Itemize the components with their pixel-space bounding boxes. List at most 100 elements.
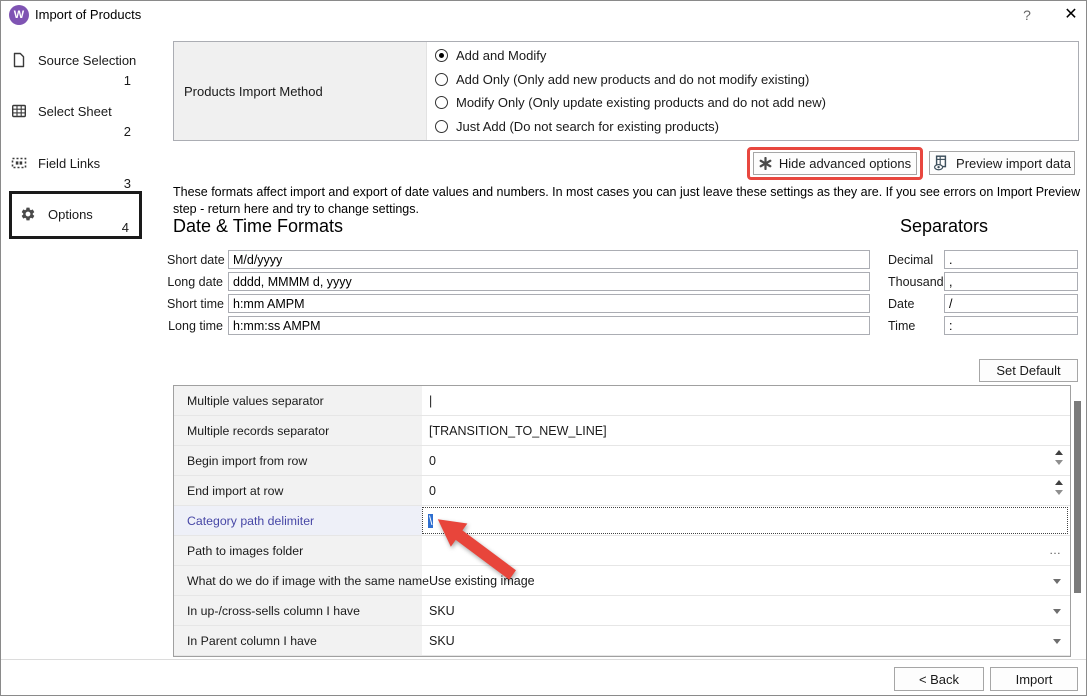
advanced-options-table: Multiple values separator | Multiple rec… [173,385,1071,657]
field-label: Time [888,319,944,333]
short-date-input[interactable] [228,250,870,269]
sheet-grid-icon [11,103,27,119]
category-path-delimiter-input[interactable]: \ [422,507,1068,534]
sidebar-item-label: Select Sheet [38,104,112,119]
sidebar-item-label: Field Links [38,156,100,171]
parent-column-dropdown[interactable]: SKU [422,626,1070,655]
scrollbar-thumb[interactable] [1074,401,1081,593]
row-value: | [429,394,432,408]
end-import-at-row-spinner[interactable]: 0 [422,476,1070,505]
long-time-row: Long time [167,316,870,335]
row-value: 0 [429,454,436,468]
radio-label: Add Only (Only add new products and do n… [456,72,809,87]
footer-divider [1,659,1086,660]
long-date-row: Long date [167,272,870,291]
asterisk-icon [759,157,772,170]
date-separator-row: Date [888,294,1078,313]
table-row: What do we do if image with the same nam… [174,566,1070,596]
radio-label: Modify Only (Only update existing produc… [456,95,826,110]
date-separator-input[interactable] [944,294,1078,313]
radio-button-icon[interactable] [435,120,448,133]
radio-label: Just Add (Do not search for existing pro… [456,119,719,134]
radio-button-icon[interactable] [435,73,448,86]
button-label: < Back [919,672,959,687]
browse-ellipsis-button[interactable]: … [1049,543,1062,557]
hide-advanced-options-button[interactable]: Hide advanced options [753,152,917,175]
spin-up-icon[interactable] [1055,450,1063,455]
preview-table-eye-icon [933,155,949,171]
thousand-separator-row: Thousand [888,272,1078,291]
row-value: [TRANSITION_TO_NEW_LINE] [429,424,607,438]
table-row-category-path-delimiter: Category path delimiter \ [174,506,1070,536]
back-button[interactable]: < Back [894,667,984,691]
table-row: Multiple records separator [TRANSITION_T… [174,416,1070,446]
table-row: Multiple values separator | [174,386,1070,416]
import-button[interactable]: Import [990,667,1078,691]
spin-down-icon[interactable] [1055,490,1063,495]
thousand-separator-input[interactable] [944,272,1078,291]
radio-add-only[interactable]: Add Only (Only add new products and do n… [435,69,1078,89]
row-label: Path to images folder [174,536,422,565]
sidebar-item-select-sheet[interactable]: Select Sheet 2 [11,102,133,139]
multiple-records-separator-input[interactable]: [TRANSITION_TO_NEW_LINE] [422,416,1070,445]
step-number: 1 [11,73,133,88]
close-button[interactable]: ✕ [1059,4,1083,26]
chevron-down-icon[interactable] [1053,609,1061,614]
row-label: Begin import from row [174,446,422,475]
multiple-values-separator-input[interactable]: | [422,386,1070,415]
decimal-separator-row: Decimal [888,250,1078,269]
products-import-method-group: Products Import Method Add and Modify Ad… [173,41,1079,141]
time-separator-row: Time [888,316,1078,335]
image-same-name-dropdown[interactable]: Use existing image [422,566,1070,595]
sidebar-item-options-active[interactable]: Options 4 [9,191,142,239]
app-logo-icon: W [9,5,29,25]
radio-add-and-modify[interactable]: Add and Modify [435,46,1078,66]
field-label: Long time [167,319,223,333]
field-label: Short date [167,253,223,267]
spin-up-icon[interactable] [1055,480,1063,485]
button-label: Hide advanced options [779,156,911,171]
field-label: Thousand [888,275,944,289]
row-value: SKU [429,634,455,648]
field-label: Date [888,297,944,311]
radio-just-add[interactable]: Just Add (Do not search for existing pro… [435,116,1078,136]
path-to-images-folder-input[interactable]: … [422,536,1070,565]
sidebar-item-label: Options [48,207,93,222]
set-default-button[interactable]: Set Default [979,359,1078,382]
field-label: Decimal [888,253,944,267]
decimal-separator-input[interactable] [944,250,1078,269]
sidebar-item-source-selection[interactable]: Source Selection 1 [11,51,133,88]
group-label: Products Import Method [174,42,427,140]
table-row: Path to images folder … [174,536,1070,566]
row-value: 0 [429,484,436,498]
button-label: Preview import data [956,156,1071,171]
row-label: In up-/cross-sells column I have [174,596,422,625]
field-label: Long date [167,275,223,289]
button-label: Import [1016,672,1053,687]
button-label: Set Default [996,363,1060,378]
table-row: Begin import from row 0 [174,446,1070,476]
table-scrollbar[interactable] [1074,387,1081,655]
radio-button-icon[interactable] [435,49,448,62]
settings-description: These formats affect import and export o… [173,184,1085,218]
radio-modify-only[interactable]: Modify Only (Only update existing produc… [435,93,1078,113]
help-button[interactable]: ? [1015,5,1039,25]
short-time-input[interactable] [228,294,870,313]
row-label: What do we do if image with the same nam… [174,566,422,595]
window-title: Import of Products [35,7,141,22]
chevron-down-icon[interactable] [1053,579,1061,584]
long-date-input[interactable] [228,272,870,291]
row-label: Multiple values separator [174,386,422,415]
row-label: End import at row [174,476,422,505]
chevron-down-icon[interactable] [1053,639,1061,644]
sidebar-item-field-links[interactable]: Field Links 3 [11,154,133,191]
time-separator-input[interactable] [944,316,1078,335]
spin-down-icon[interactable] [1055,460,1063,465]
long-time-input[interactable] [228,316,870,335]
up-cross-sells-column-dropdown[interactable]: SKU [422,596,1070,625]
preview-import-data-button[interactable]: Preview import data [929,151,1075,175]
field-links-icon [11,155,27,171]
radio-button-icon[interactable] [435,96,448,109]
gear-icon [20,206,36,222]
begin-import-from-row-spinner[interactable]: 0 [422,446,1070,475]
